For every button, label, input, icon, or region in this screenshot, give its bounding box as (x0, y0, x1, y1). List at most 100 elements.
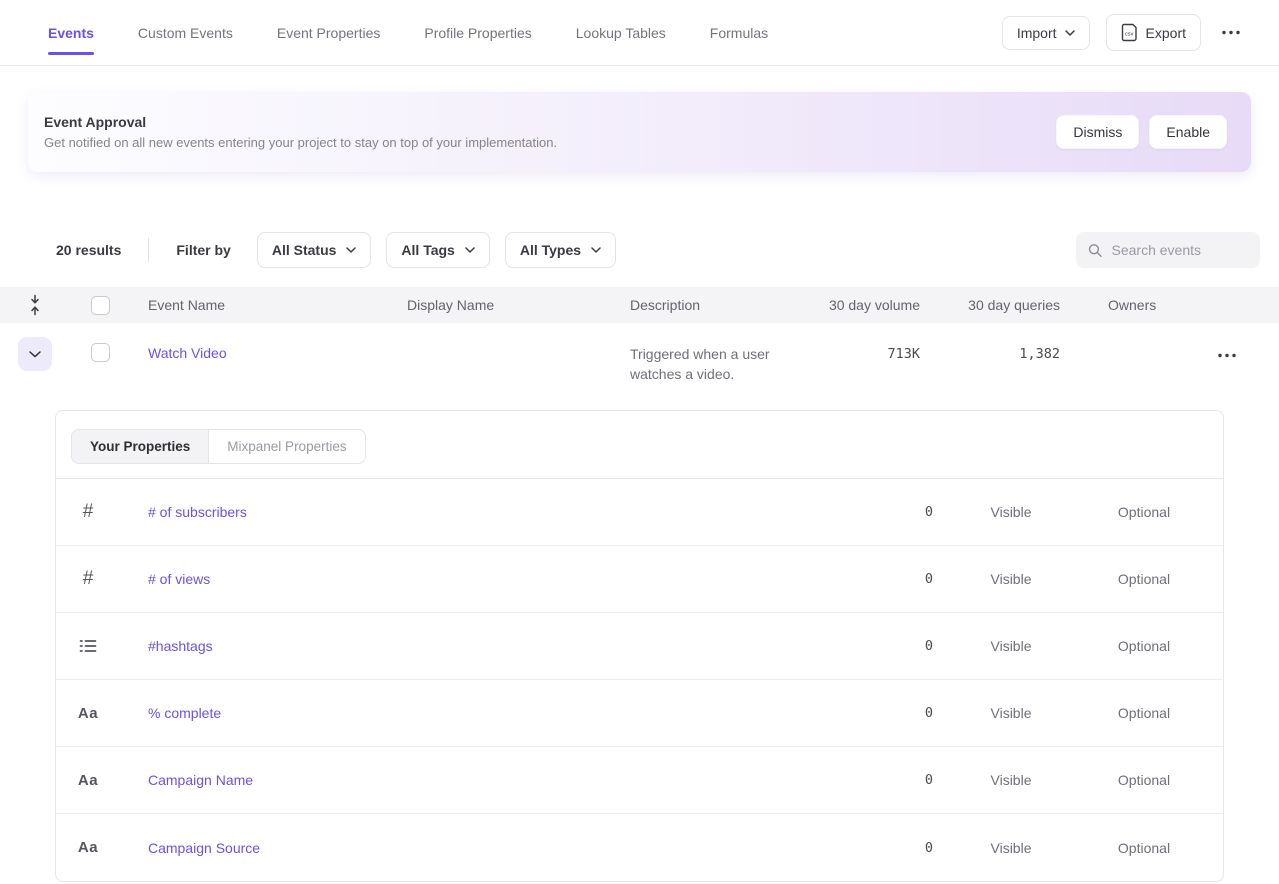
event-30-day-queries: 1,382 (920, 323, 1060, 364)
filter-row: 20 results Filter by All Status All Tags… (0, 232, 1279, 268)
banner-actions: Dismiss Enable (1056, 115, 1227, 149)
number-property-icon: #Aa (83, 501, 94, 523)
tab-your-properties[interactable]: Your Properties (72, 430, 208, 463)
row-expander-button[interactable] (18, 337, 52, 371)
property-row: #Aa #hashtags 0 Visible Optional (56, 613, 1223, 680)
tab-profile-properties[interactable]: Profile Properties (424, 19, 531, 47)
import-button[interactable]: Import (1002, 16, 1090, 50)
topbar-actions: Import csv Export (1002, 14, 1245, 51)
header-description: Description (620, 297, 812, 313)
property-visibility[interactable]: Visible (933, 772, 1089, 788)
property-requirement[interactable]: Optional (1089, 840, 1199, 856)
property-requirement[interactable]: Optional (1089, 772, 1199, 788)
event-properties-panel: Your Properties Mixpanel Properties #Aa … (55, 410, 1224, 882)
collapse-all-icon (28, 294, 42, 316)
ellipsis-icon (1221, 30, 1241, 35)
property-row: #Aa % complete 0 Visible Optional (56, 680, 1223, 747)
row-checkbox[interactable] (91, 343, 110, 362)
property-visibility[interactable]: Visible (933, 840, 1089, 856)
property-row: #Aa Campaign Name 0 Visible Optional (56, 747, 1223, 814)
tags-filter-dropdown[interactable]: All Tags (386, 232, 489, 268)
property-value: 0 (833, 772, 933, 788)
property-name-link[interactable]: # of subscribers (148, 504, 247, 520)
property-visibility[interactable]: Visible (933, 571, 1089, 587)
chevron-down-icon (591, 247, 601, 253)
status-filter-dropdown[interactable]: All Status (257, 232, 372, 268)
dismiss-button[interactable]: Dismiss (1056, 115, 1139, 149)
event-name-link[interactable]: Watch Video (148, 345, 227, 361)
property-value: 0 (833, 504, 933, 520)
property-visibility[interactable]: Visible (933, 638, 1089, 654)
property-value: 0 (833, 840, 933, 856)
chevron-down-icon (29, 351, 41, 358)
property-value: 0 (833, 571, 933, 587)
divider (148, 238, 149, 262)
event-description: Triggered when a user watches a video. (620, 323, 812, 384)
event-approval-banner: Event Approval Get notified on all new e… (28, 92, 1251, 172)
property-requirement[interactable]: Optional (1089, 705, 1199, 721)
types-filter-dropdown[interactable]: All Types (505, 232, 616, 268)
export-button-label: Export (1146, 25, 1186, 41)
property-row: #Aa Campaign Source 0 Visible Optional (56, 814, 1223, 881)
tab-event-properties[interactable]: Event Properties (277, 19, 381, 47)
banner-text: Event Approval Get notified on all new e… (44, 114, 557, 150)
select-all-checkbox[interactable] (91, 296, 110, 315)
more-options-button[interactable] (1217, 26, 1245, 39)
properties-tab-bar: Your Properties Mixpanel Properties (56, 411, 1223, 479)
events-table-header: Event Name Display Name Description 30 d… (0, 287, 1279, 323)
properties-segmented-control: Your Properties Mixpanel Properties (71, 429, 366, 464)
property-row: #Aa # of subscribers 0 Visible Optional (56, 479, 1223, 546)
banner-title: Event Approval (44, 114, 557, 130)
top-navigation-bar: Events Custom Events Event Properties Pr… (0, 0, 1279, 66)
text-property-icon: #Aa (78, 772, 98, 789)
property-name-link[interactable]: % complete (148, 705, 221, 721)
search-events-input[interactable] (1112, 242, 1249, 258)
collapse-all-button[interactable] (24, 290, 46, 320)
search-events-box (1076, 232, 1260, 268)
property-row: #Aa # of views 0 Visible Optional (56, 546, 1223, 613)
chevron-down-icon (1065, 30, 1075, 36)
event-owners (1060, 323, 1190, 345)
types-filter-value: All Types (520, 242, 581, 258)
lexicon-tabs: Events Custom Events Event Properties Pr… (48, 19, 768, 47)
property-value: 0 (833, 638, 933, 654)
property-visibility[interactable]: Visible (933, 705, 1089, 721)
tab-custom-events[interactable]: Custom Events (138, 19, 233, 47)
chevron-down-icon (465, 247, 475, 253)
tab-mixpanel-properties[interactable]: Mixpanel Properties (208, 430, 364, 463)
tab-events[interactable]: Events (48, 19, 94, 47)
event-row-watch-video: Watch Video Triggered when a user watche… (0, 323, 1279, 410)
list-property-icon: #Aa (79, 638, 97, 654)
property-value: 0 (833, 705, 933, 721)
filter-by-label: Filter by (176, 242, 230, 258)
property-name-link[interactable]: Campaign Source (148, 840, 260, 856)
property-name-link[interactable]: # of views (148, 571, 210, 587)
event-30-day-volume: 713K (812, 323, 920, 364)
status-filter-value: All Status (272, 242, 337, 258)
text-property-icon: #Aa (78, 839, 98, 856)
ellipsis-icon (1217, 353, 1237, 358)
property-name-link[interactable]: Campaign Name (148, 772, 253, 788)
header-30-day-volume: 30 day volume (812, 297, 920, 313)
property-visibility[interactable]: Visible (933, 504, 1089, 520)
row-more-options-button[interactable] (1213, 349, 1241, 362)
header-owners: Owners (1060, 297, 1190, 313)
header-display-name: Display Name (389, 297, 620, 313)
import-button-label: Import (1017, 25, 1057, 41)
results-count: 20 results (56, 242, 121, 258)
property-name-link[interactable]: #hashtags (148, 638, 213, 654)
enable-button[interactable]: Enable (1149, 115, 1227, 149)
event-display-name (389, 323, 620, 345)
svg-text:csv: csv (1125, 32, 1134, 38)
property-requirement[interactable]: Optional (1089, 504, 1199, 520)
tags-filter-value: All Tags (401, 242, 454, 258)
header-30-day-queries: 30 day queries (920, 297, 1060, 313)
search-icon (1088, 242, 1103, 259)
export-button[interactable]: csv Export (1106, 14, 1201, 51)
chevron-down-icon (346, 247, 356, 253)
tab-lookup-tables[interactable]: Lookup Tables (576, 19, 666, 47)
tab-formulas[interactable]: Formulas (710, 19, 768, 47)
number-property-icon: #Aa (83, 568, 94, 590)
property-requirement[interactable]: Optional (1089, 571, 1199, 587)
property-requirement[interactable]: Optional (1089, 638, 1199, 654)
